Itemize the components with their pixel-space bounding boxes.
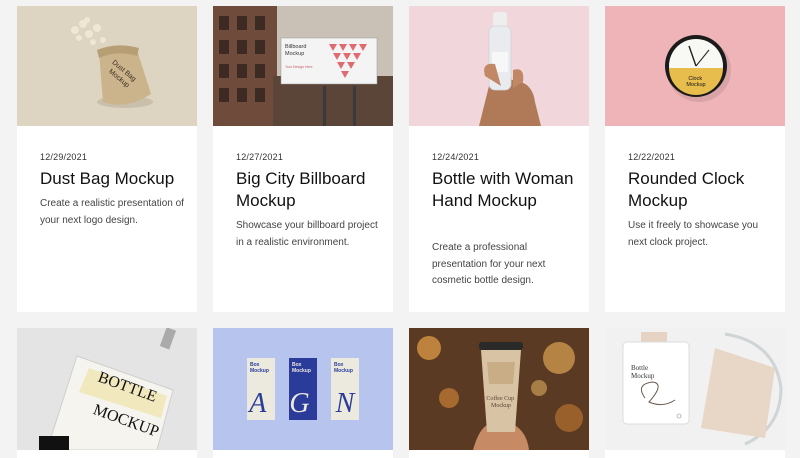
card-cosmetic-bottle-mockup[interactable]: Bottle Mockup: [605, 328, 785, 458]
card-description: Use it freely to showcase you next clock…: [628, 220, 759, 248]
image-label: Mockup: [292, 368, 311, 374]
clock-image: Clock Mockup: [605, 6, 785, 126]
card-coffee-cup-mockup[interactable]: Coffee Cup Mockup: [409, 328, 589, 458]
image-label: G: [289, 388, 309, 419]
image-label: Here: [305, 65, 313, 69]
card-date: 12/22/2021: [628, 152, 676, 162]
card-title[interactable]: Rounded Clock Mockup: [628, 168, 778, 212]
card-bottle-mockup[interactable]: BOTTLE MOCKUP: [17, 328, 197, 458]
card-thumbnail[interactable]: Coffee Cup Mockup: [409, 328, 589, 450]
card-bottle-with-woman-hand-mockup[interactable]: 12/24/2021 Bottle with Woman Hand Mockup…: [409, 6, 589, 312]
image-label: Mockup: [631, 372, 655, 380]
card-thumbnail[interactable]: BOTTLE MOCKUP: [17, 328, 197, 450]
card-box-mockup[interactable]: Box Mockup Box Mockup Box Mockup A G N: [213, 328, 393, 458]
perfume-bottle-image: BOTTLE MOCKUP: [17, 328, 197, 450]
svg-text:A G N: A G N: [247, 388, 355, 419]
card-thumbnail[interactable]: Dust Bag Mockup: [17, 6, 197, 126]
image-label: A: [247, 388, 267, 419]
card-date: 12/24/2021: [432, 152, 480, 162]
card-rounded-clock-mockup[interactable]: Clock Mockup 12/22/2021 Rounded Clock Mo…: [605, 6, 785, 312]
image-label: Bottle: [631, 364, 648, 372]
image-label: Mockup: [491, 403, 511, 409]
svg-text:Clock Mockup: Clock Mockup: [686, 76, 705, 88]
image-label: Mockup: [250, 368, 269, 374]
image-label: Mockup: [334, 368, 353, 374]
image-label: Design: [293, 65, 304, 69]
card-title[interactable]: Dust Bag Mockup: [40, 168, 190, 190]
card-thumbnail[interactable]: Bottle Mockup: [605, 328, 785, 450]
card-title[interactable]: Bottle with Woman Hand Mockup: [432, 168, 582, 212]
card-description: Create a realistic presentation of your …: [40, 198, 184, 226]
coffee-cup-image: Coffee Cup Mockup: [409, 328, 589, 450]
hand-bottle-image: [409, 6, 589, 126]
image-label: N: [335, 388, 356, 419]
card-date: 12/27/2021: [236, 152, 284, 162]
svg-text:Your Design He: Your Design Here: [285, 65, 313, 69]
box-mockup-image: Box Mockup Box Mockup Box Mockup A G N: [213, 328, 393, 450]
image-label: Billboard: [285, 44, 306, 50]
card-description: Create a professional presentation for y…: [432, 242, 546, 286]
card-thumbnail[interactable]: Clock Mockup: [605, 6, 785, 126]
cosmetic-bottle-image: Bottle Mockup: [605, 328, 785, 450]
card-thumbnail[interactable]: Box Mockup Box Mockup Box Mockup A G N: [213, 328, 393, 450]
image-label: Mockup: [285, 51, 304, 57]
card-thumbnail[interactable]: Billboard Mockup Your Design Here: [213, 6, 393, 126]
card-date: 12/29/2021: [40, 152, 88, 162]
card-description: Showcase your billboard project in a rea…: [236, 220, 378, 248]
dust-bag-image: Dust Bag Mockup: [17, 6, 197, 126]
card-big-city-billboard-mockup[interactable]: Billboard Mockup Your Design Here 12/27/…: [213, 6, 393, 312]
card-dust-bag-mockup[interactable]: Dust Bag Mockup 12/29/2021 Dust Bag Mock…: [17, 6, 197, 312]
card-title[interactable]: Big City Billboard Mockup: [236, 168, 386, 212]
image-label: Coffee Cup: [486, 395, 514, 402]
billboard-image: Billboard Mockup Your Design Here: [213, 6, 393, 126]
image-label: Mockup: [686, 82, 705, 88]
image-label: Your: [285, 65, 293, 69]
card-thumbnail[interactable]: [409, 6, 589, 126]
